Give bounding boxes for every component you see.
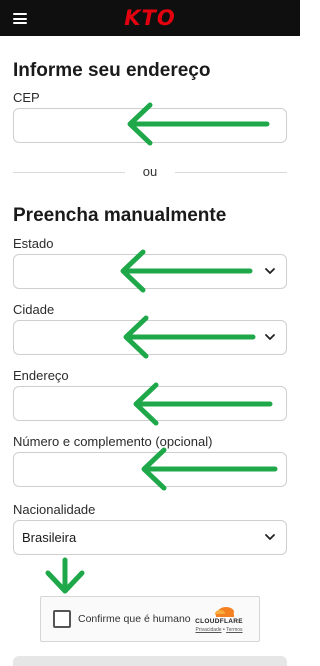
arrow-left-icon (141, 447, 278, 491)
arrow-left-icon (127, 102, 270, 146)
or-divider: ou (13, 164, 287, 179)
captcha-links: Privacidade • Termos (191, 627, 247, 633)
cloudflare-wordmark: CLOUDFLARE (195, 618, 243, 625)
state-label: Estado (13, 236, 54, 251)
chevron-down-icon (265, 334, 275, 340)
arrow-left-icon (120, 249, 253, 293)
city-label: Cidade (13, 302, 55, 317)
nationality-label: Nacionalidade (13, 502, 96, 517)
arrow-left-icon (133, 382, 273, 426)
manual-section-title: Preencha manualmente (13, 205, 227, 226)
divider-line-right (175, 172, 287, 173)
nationality-select[interactable]: Brasileira (13, 520, 287, 555)
address-section-title: Informe seu endereço (13, 60, 211, 81)
nationality-selected-value: Brasileira (22, 530, 77, 545)
arrow-left-icon (123, 315, 256, 359)
cloudflare-cloud-icon (215, 607, 234, 617)
chevron-down-icon (265, 534, 275, 540)
top-bar: KTO (0, 0, 300, 36)
kto-logo[interactable]: KTO (0, 6, 300, 30)
cep-label: CEP (13, 90, 40, 105)
chevron-down-icon (265, 268, 275, 274)
captcha-label: Confirme que é humano (78, 613, 191, 625)
arrow-down-icon (45, 557, 85, 594)
cloudflare-captcha-widget: Confirme que é humano CLOUDFLARE Privaci… (40, 596, 260, 642)
privacy-link[interactable]: Privacidade (195, 627, 221, 633)
cloudflare-branding: CLOUDFLARE Privacidade • Termos (191, 605, 247, 635)
address-label: Endereço (13, 368, 69, 383)
submit-button[interactable] (13, 656, 287, 666)
terms-link[interactable]: Termos (226, 627, 242, 633)
human-verification-checkbox[interactable] (53, 610, 71, 628)
